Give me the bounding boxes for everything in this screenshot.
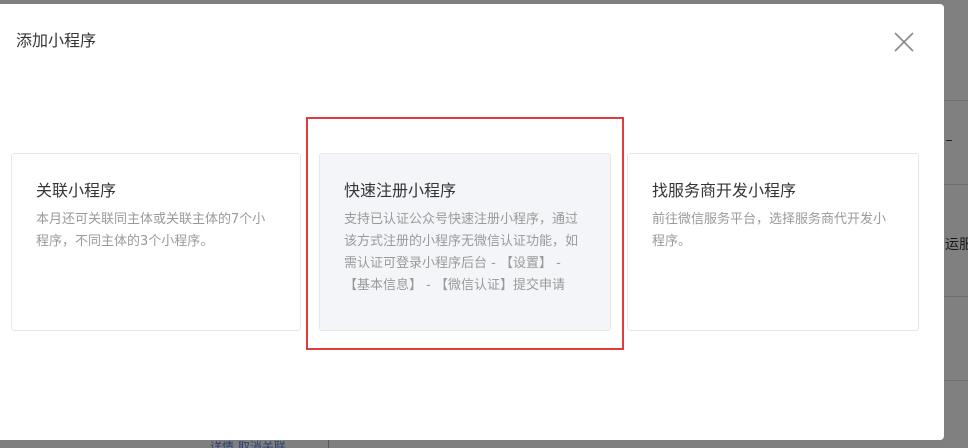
add-mini-program-dialog: 添加小程序 关联小程序 本月还可关联同主体或关联主体的7个小程序，不同主体的3个… xyxy=(0,4,944,440)
link-mini-program-card[interactable]: 关联小程序 本月还可关联同主体或关联主体的7个小程序，不同主体的3个小程序。 xyxy=(11,153,301,331)
card-title: 找服务商开发小程序 xyxy=(652,181,797,200)
background-divider xyxy=(944,380,968,381)
background-dash xyxy=(946,140,952,141)
card-title: 快速注册小程序 xyxy=(344,181,457,200)
card-title: 关联小程序 xyxy=(36,181,117,200)
background-text: 运服务 xyxy=(945,237,968,253)
close-icon[interactable] xyxy=(892,30,916,54)
background-divider xyxy=(944,184,968,185)
card-description: 支持已认证公众号快速注册小程序，通过该方式注册的小程序无微信认证功能，如需认证可… xyxy=(344,212,579,293)
background-divider xyxy=(944,296,968,297)
card-description: 本月还可关联同主体或关联主体的7个小程序，不同主体的3个小程序。 xyxy=(36,212,266,249)
quick-register-mini-program-card[interactable]: 快速注册小程序 支持已认证公众号快速注册小程序，通过该方式注册的小程序无微信认证… xyxy=(319,153,611,331)
dialog-title: 添加小程序 xyxy=(16,31,97,50)
background-divider xyxy=(944,100,968,101)
card-description: 前往微信服务平台，选择服务商代开发小程序。 xyxy=(652,212,887,249)
find-service-provider-card[interactable]: 找服务商开发小程序 前往微信服务平台，选择服务商代开发小程序。 xyxy=(627,153,919,331)
